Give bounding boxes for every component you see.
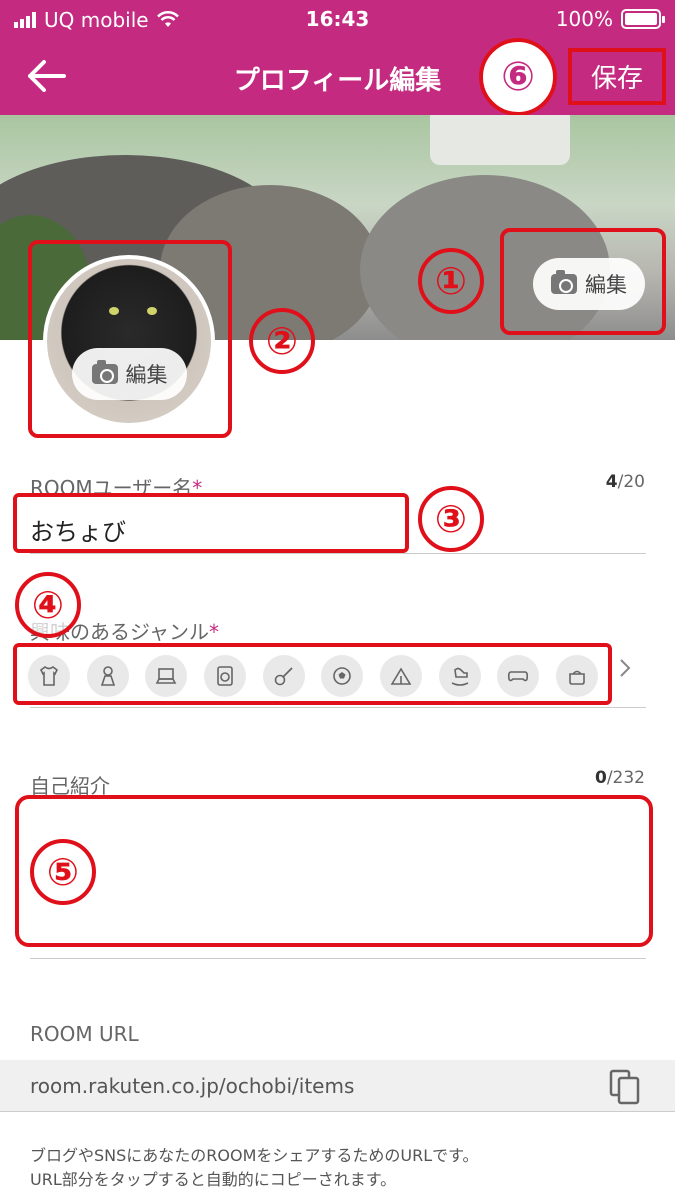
url-note-line-2: URL部分をタップすると自動的にコピーされます。 (30, 1170, 397, 1189)
annotation-marker-2: ② (249, 308, 315, 374)
bio-counter: 0/232 (595, 768, 645, 788)
username-count: 4 (605, 472, 618, 492)
bio-underline (30, 958, 646, 959)
annotation-box-username (13, 493, 409, 553)
url-field[interactable]: room.rakuten.co.jp/ochobi/items (0, 1060, 675, 1112)
required-mark: * (209, 620, 219, 644)
annotation-marker-5: ⑤ (30, 839, 96, 905)
copy-icon[interactable] (608, 1068, 642, 1106)
genre-underline (30, 707, 646, 708)
cover-window (430, 115, 570, 165)
battery-info: 100% (555, 7, 665, 31)
battery-percent: 100% (555, 7, 613, 31)
url-note-line-1: ブログやSNSにあなたのROOMをシェアするためのURLです。 (30, 1146, 479, 1165)
username-max: /20 (617, 472, 645, 492)
annotation-marker-3: ③ (418, 486, 484, 552)
annotation-marker-1: ① (418, 248, 484, 314)
url-value[interactable]: room.rakuten.co.jp/ochobi/items (30, 1074, 354, 1098)
save-button[interactable]: 保存 (568, 48, 666, 105)
annotation-marker-4: ④ (15, 572, 81, 638)
status-bar: UQ mobile 16:43 100% (0, 0, 675, 38)
username-counter: 4/20 (606, 472, 645, 492)
annotation-box-bio (15, 795, 653, 947)
url-label: ROOM URL (30, 1022, 139, 1046)
url-note: ブログやSNSにあなたのROOMをシェアするためのURLです。 URL部分をタッ… (30, 1144, 479, 1192)
username-underline (30, 553, 646, 554)
annotation-box-avatar (28, 240, 232, 438)
annotation-box-cover-edit (500, 228, 666, 335)
bio-count: 0 (594, 768, 607, 788)
bio-max: /232 (606, 768, 645, 788)
annotation-marker-6: ⑥ (483, 42, 553, 112)
battery-icon (621, 9, 665, 29)
nav-bar: プロフィール編集 ⑥ 保存 (0, 38, 675, 115)
chevron-right-icon[interactable] (618, 657, 632, 679)
annotation-box-genre (13, 643, 612, 705)
